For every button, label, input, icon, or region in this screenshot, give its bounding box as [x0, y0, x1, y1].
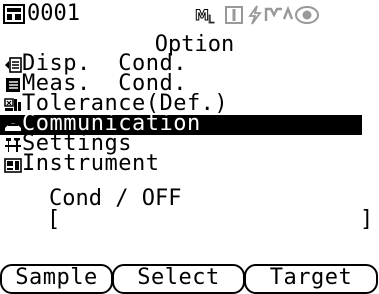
- value-bracket-right: ]: [360, 207, 374, 232]
- memory-icon: [3, 4, 25, 28]
- target-icon: [225, 6, 243, 24]
- value-bracket-left: [: [47, 207, 61, 232]
- menu-item-label: Instrument: [22, 151, 160, 176]
- svg-text:L: L: [208, 13, 215, 25]
- svg-text:M: M: [195, 8, 209, 24]
- menu-item-instrument[interactable]: Instrument: [0, 151, 379, 176]
- condition-text: Cond / OFF: [49, 186, 182, 211]
- screen: 0001 M L Option Disp. Cond. Meas. Cond. …: [0, 0, 379, 294]
- tolerance-icon: [4, 98, 21, 111]
- memory-number: 0001: [27, 1, 80, 26]
- status-bar: 0001 M L: [0, 2, 379, 28]
- display-icon: [5, 57, 22, 73]
- communication-icon: [5, 123, 21, 131]
- list-icon: [6, 78, 20, 92]
- softkey-bar: Sample Select Target: [0, 264, 379, 294]
- option-menu: Disp. Cond. Meas. Cond. Tolerance(Def.): [0, 53, 379, 176]
- battery-icon: [248, 5, 262, 25]
- settings-icon: [5, 138, 21, 152]
- link-icon: [264, 5, 294, 21]
- camera-icon: [295, 6, 319, 24]
- instrument-icon: [4, 158, 22, 173]
- measurement-mode-icon: M L: [195, 8, 216, 26]
